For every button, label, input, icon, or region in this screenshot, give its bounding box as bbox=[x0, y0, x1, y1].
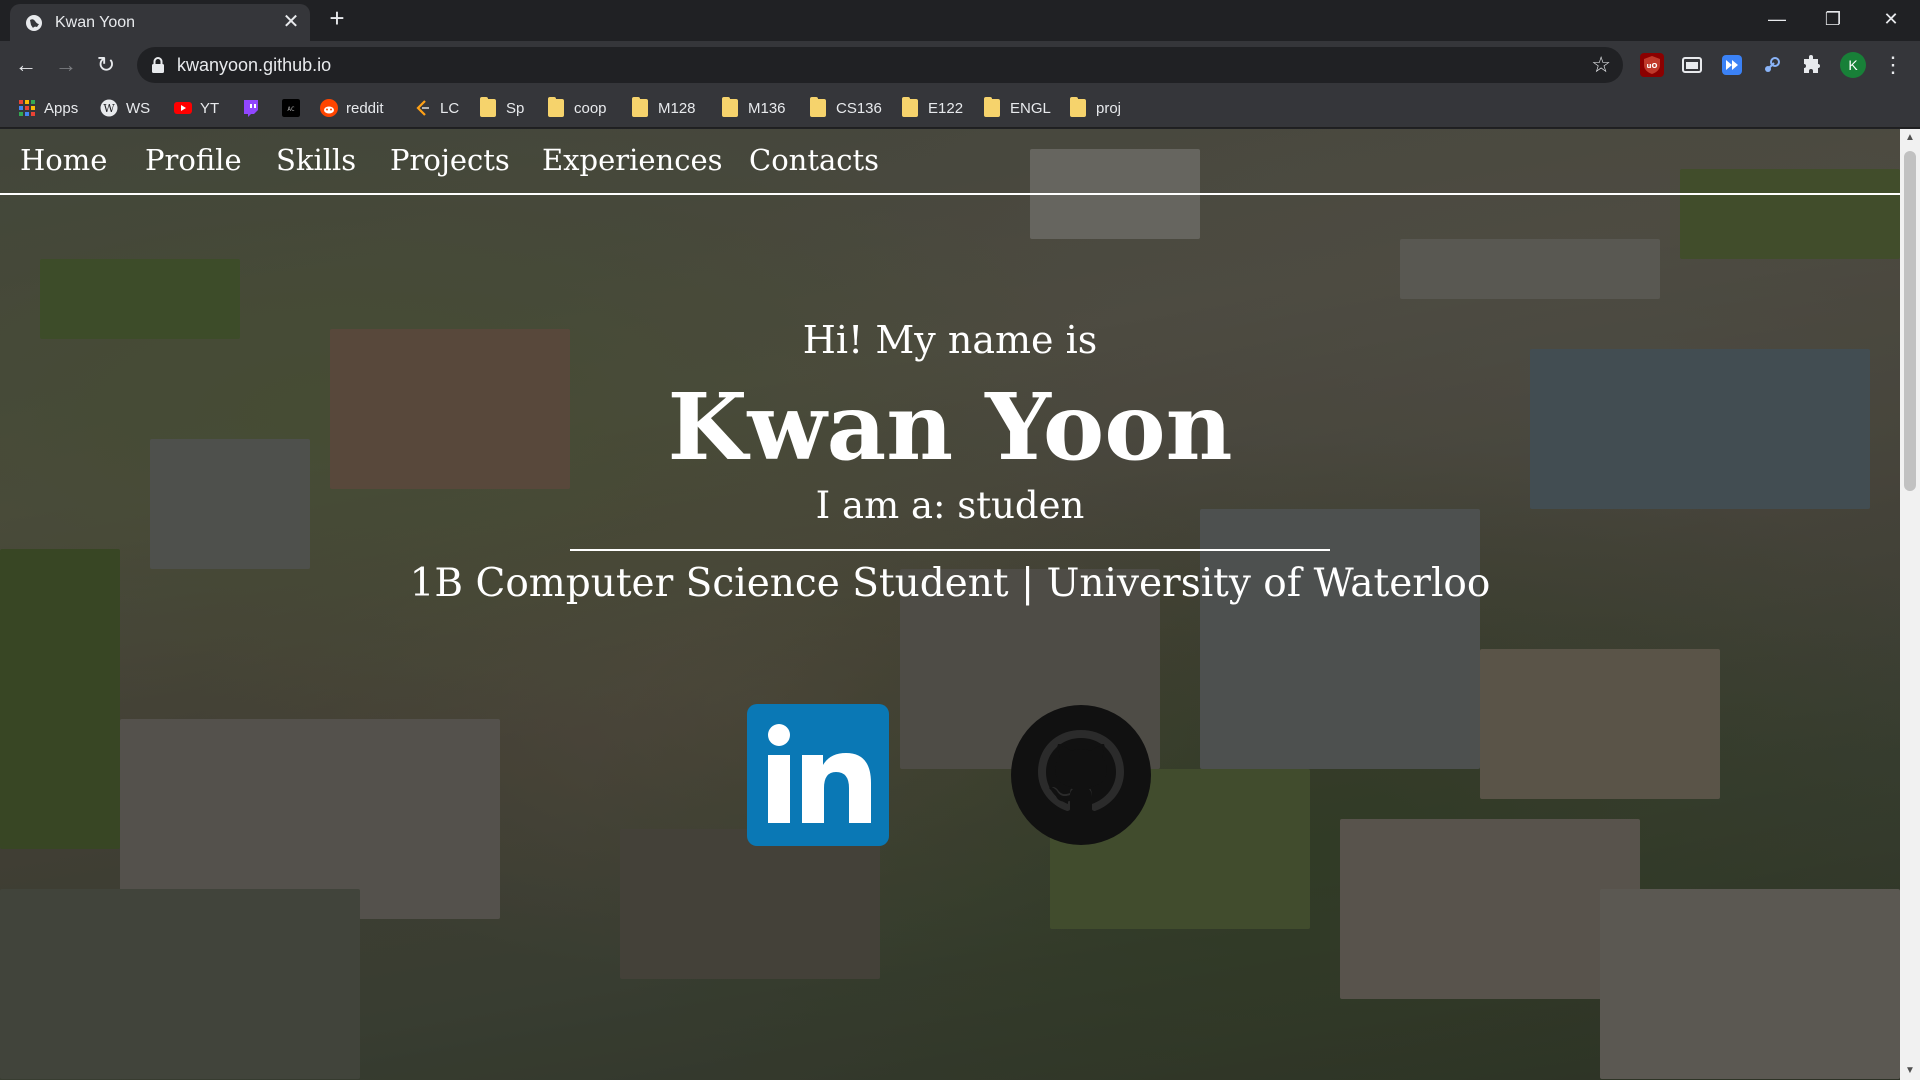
svg-text:uO: uO bbox=[1647, 62, 1658, 70]
page-viewport: Home Profile Skills Projects Experiences… bbox=[0, 129, 1900, 1080]
page-scrollbar[interactable]: ▲ ▼ bbox=[1900, 129, 1920, 1080]
address-bar[interactable]: kwanyoon.github.io ☆ bbox=[137, 47, 1623, 83]
site-navbar: Home Profile Skills Projects Experiences… bbox=[0, 129, 1900, 195]
bookmark-folder-cs136[interactable]: CS136 bbox=[810, 96, 882, 120]
scroll-thumb[interactable] bbox=[1904, 151, 1916, 491]
folder-icon bbox=[1070, 97, 1086, 117]
bookmark-label: Sp bbox=[506, 99, 525, 117]
folder-icon bbox=[632, 97, 648, 117]
bookmark-folder-m128[interactable]: M128 bbox=[632, 96, 696, 120]
bookmark-star-icon[interactable]: ☆ bbox=[1591, 51, 1611, 79]
hero-greeting: Hi! My name is bbox=[802, 318, 1098, 362]
nav-contacts[interactable]: Contacts bbox=[749, 143, 879, 177]
bookmark-apps[interactable]: Apps bbox=[18, 96, 78, 120]
folder-icon bbox=[480, 97, 496, 117]
bookmark-terminal[interactable]: AC bbox=[282, 96, 308, 120]
reddit-icon bbox=[320, 99, 338, 117]
bookmark-label: ENGL bbox=[1010, 99, 1051, 117]
bookmark-folder-coop[interactable]: coop bbox=[548, 96, 607, 120]
scroll-up-arrow-icon[interactable]: ▲ bbox=[1900, 129, 1920, 147]
linkedin-icon[interactable] bbox=[747, 704, 889, 846]
twitch-icon bbox=[244, 100, 258, 117]
folder-icon bbox=[984, 97, 1000, 117]
bookmark-label: E122 bbox=[928, 99, 964, 117]
nav-skills[interactable]: Skills bbox=[276, 143, 356, 177]
steam-icon[interactable] bbox=[1760, 53, 1784, 77]
skip-extension-icon[interactable] bbox=[1720, 53, 1744, 77]
bookmark-label: WS bbox=[126, 99, 151, 117]
bookmark-label: proj bbox=[1096, 99, 1122, 117]
profile-avatar[interactable]: K bbox=[1840, 52, 1866, 78]
bookmark-yt[interactable]: YT bbox=[174, 96, 219, 120]
folder-icon bbox=[722, 97, 738, 117]
tab-title: Kwan Yoon bbox=[55, 14, 136, 31]
bookmark-label: Apps bbox=[44, 99, 79, 117]
github-icon[interactable] bbox=[1010, 704, 1152, 846]
hero-subtitle: 1B Computer Science Student | University… bbox=[409, 561, 1491, 606]
nav-experiences[interactable]: Experiences bbox=[542, 143, 723, 177]
bookmarks-bar: Apps W WS YT AC reddit LC Sp coop M128 M… bbox=[0, 88, 1920, 128]
tab-close-icon[interactable]: ✕ bbox=[280, 11, 302, 33]
window-extension-icon[interactable] bbox=[1680, 53, 1704, 77]
folder-icon bbox=[810, 97, 826, 117]
menu-icon[interactable]: ⋮ bbox=[1882, 51, 1904, 79]
nav-projects[interactable]: Projects bbox=[390, 143, 510, 177]
bookmark-twitch[interactable] bbox=[242, 96, 268, 120]
hero-name: Kwan Yoon bbox=[667, 373, 1233, 481]
bookmark-folder-sp[interactable]: Sp bbox=[480, 96, 524, 120]
leetcode-icon bbox=[416, 100, 429, 116]
bookmark-lc[interactable]: LC bbox=[414, 96, 459, 120]
svg-text:W: W bbox=[103, 102, 115, 115]
bookmark-reddit[interactable]: reddit bbox=[320, 96, 384, 120]
minimize-icon[interactable]: — bbox=[1754, 0, 1800, 40]
bookmark-folder-m136[interactable]: M136 bbox=[722, 96, 786, 120]
bookmark-label: LC bbox=[440, 99, 460, 117]
url-text[interactable]: kwanyoon.github.io bbox=[177, 55, 331, 75]
bookmark-folder-engl[interactable]: ENGL bbox=[984, 96, 1051, 120]
folder-icon bbox=[548, 97, 564, 117]
bookmark-folder-proj[interactable]: proj bbox=[1070, 96, 1121, 120]
terminal-icon: AC bbox=[282, 99, 300, 117]
bookmark-label: YT bbox=[200, 99, 220, 117]
bookmark-label: coop bbox=[574, 99, 607, 117]
browser-tab[interactable]: Kwan Yoon ✕ bbox=[10, 4, 310, 41]
ublock-origin-icon[interactable]: uO bbox=[1640, 53, 1664, 77]
reload-icon[interactable]: ↻ bbox=[92, 51, 120, 79]
restore-icon[interactable]: ❐ bbox=[1810, 0, 1856, 40]
youtube-icon bbox=[174, 102, 192, 114]
svg-text:AC: AC bbox=[287, 106, 295, 113]
apps-grid-icon bbox=[19, 100, 35, 116]
bookmark-ws[interactable]: W WS bbox=[100, 96, 150, 120]
scroll-down-arrow-icon[interactable]: ▼ bbox=[1900, 1062, 1920, 1080]
bookmark-label: M128 bbox=[658, 99, 696, 117]
globe-icon bbox=[26, 15, 42, 31]
folder-icon bbox=[902, 97, 918, 117]
nav-profile[interactable]: Profile bbox=[145, 143, 242, 177]
close-window-icon[interactable]: ✕ bbox=[1868, 0, 1914, 40]
hero-divider bbox=[570, 549, 1330, 551]
new-tab-icon[interactable]: + bbox=[325, 5, 349, 31]
puzzle-extensions-icon[interactable] bbox=[1800, 53, 1824, 77]
bookmark-folder-e122[interactable]: E122 bbox=[902, 96, 963, 120]
forward-icon[interactable]: → bbox=[52, 51, 80, 79]
wikipedia-icon: W bbox=[100, 99, 118, 117]
browser-toolbar: ← → ↻ kwanyoon.github.io ☆ uO K ⋮ bbox=[0, 41, 1920, 88]
hero-typing-role: I am a: studen bbox=[815, 484, 1085, 527]
bookmark-label: reddit bbox=[346, 99, 384, 117]
bookmark-label: CS136 bbox=[836, 99, 882, 117]
bookmark-label: M136 bbox=[748, 99, 786, 117]
tab-strip: Kwan Yoon ✕ + — ❐ ✕ bbox=[0, 0, 1920, 41]
lock-icon bbox=[152, 57, 164, 73]
back-icon[interactable]: ← bbox=[12, 51, 40, 79]
nav-home[interactable]: Home bbox=[20, 143, 107, 177]
